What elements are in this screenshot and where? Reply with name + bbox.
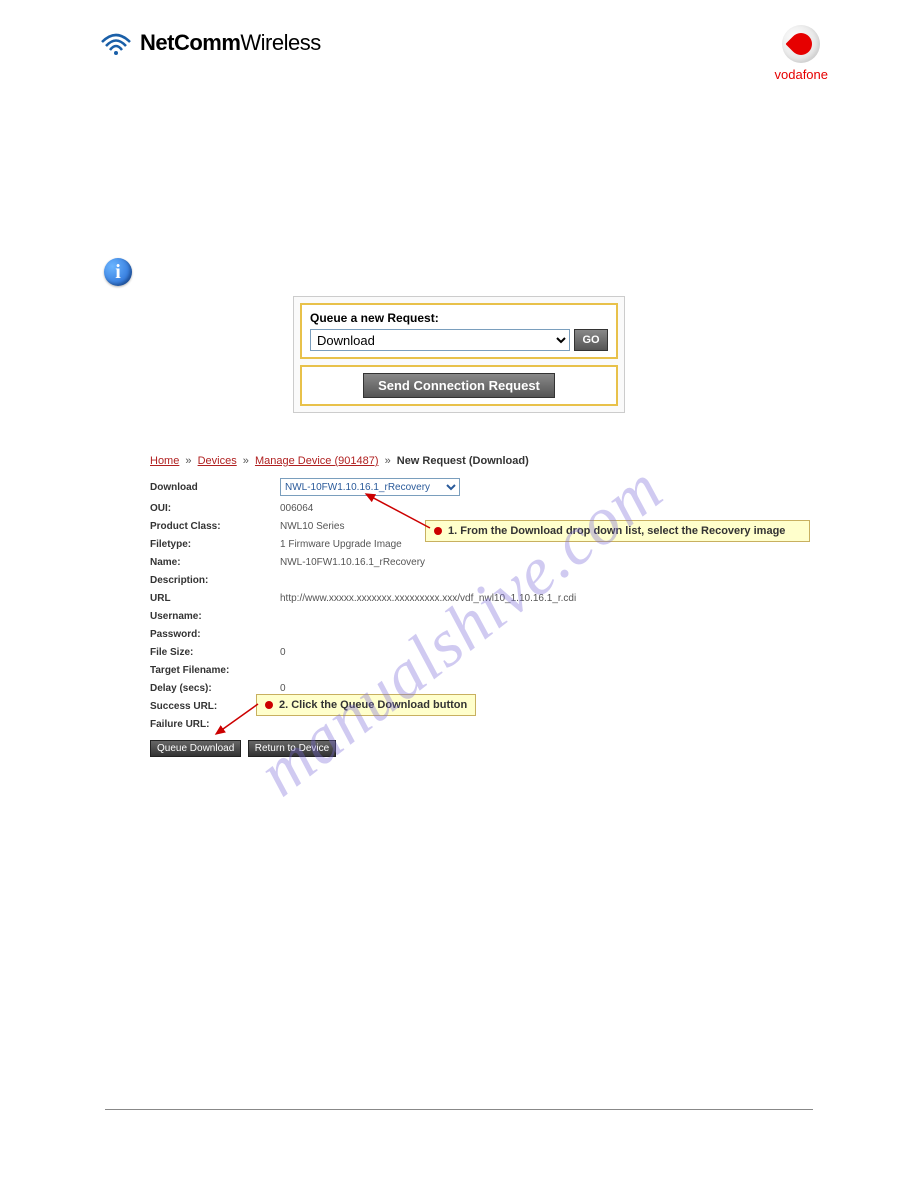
form-field-label: Product Class: [150, 521, 280, 532]
form-row: Target Filename: [150, 665, 790, 676]
vodafone-icon [782, 25, 820, 63]
form-field-value: NWL-10FW1.10.16.1_rRecovery [280, 557, 425, 568]
form-field-value: http://www.xxxxx.xxxxxxx.xxxxxxxxx.xxx/v… [280, 593, 576, 604]
vodafone-logo: vodafone [775, 25, 829, 82]
breadcrumb-current: New Request (Download) [397, 455, 529, 467]
callout-dot-icon [265, 701, 273, 709]
form-row: Password: [150, 629, 790, 640]
breadcrumb-devices[interactable]: Devices [198, 455, 237, 467]
form-field-label: Name: [150, 557, 280, 568]
form-field-label: File Size: [150, 647, 280, 658]
form-field-value: 006064 [280, 503, 313, 514]
form-row: Name:NWL-10FW1.10.16.1_rRecovery [150, 557, 790, 568]
vodafone-text: vodafone [775, 67, 829, 82]
form-field-label: OUI: [150, 503, 280, 514]
download-label: Download [150, 482, 280, 493]
form-field-label: Filetype: [150, 539, 280, 550]
netcomm-logo: NetCommWireless [100, 30, 828, 56]
queue-request-select[interactable]: Download [310, 329, 570, 351]
footer-divider [105, 1109, 813, 1110]
form-field-label: Failure URL: [150, 719, 280, 730]
queue-request-panel: Queue a new Request: Download GO Send Co… [293, 296, 625, 413]
form-row: URLhttp://www.xxxxx.xxxxxxx.xxxxxxxxx.xx… [150, 593, 790, 604]
breadcrumb: Home » Devices » Manage Device (901487) … [150, 455, 529, 467]
queue-label: Queue a new Request: [310, 311, 608, 325]
return-to-device-button[interactable]: Return to Device [248, 740, 336, 757]
queue-download-button[interactable]: Queue Download [150, 740, 241, 757]
form-field-label: URL [150, 593, 280, 604]
queue-box: Queue a new Request: Download GO [300, 303, 618, 359]
form-field-value: 0 [280, 647, 286, 658]
callout-2-text: 2. Click the Queue Download button [279, 699, 467, 711]
form-field-value: 0 [280, 683, 286, 694]
callout-step-1: 1. From the Download drop down list, sel… [425, 520, 810, 542]
form-field-value: NWL10 Series [280, 521, 344, 532]
form-row: Username: [150, 611, 790, 622]
send-connection-request-button[interactable]: Send Connection Request [363, 373, 555, 398]
form-field-label: Username: [150, 611, 280, 622]
form-row: Failure URL: [150, 719, 790, 730]
form-field-value: 1 Firmware Upgrade Image [280, 539, 402, 550]
form-field-label: Delay (secs): [150, 683, 280, 694]
download-select[interactable]: NWL-10FW1.10.16.1_rRecovery [280, 478, 460, 496]
breadcrumb-home[interactable]: Home [150, 455, 179, 467]
form-field-label: Description: [150, 575, 280, 586]
form-row: File Size:0 [150, 647, 790, 658]
send-box: Send Connection Request [300, 365, 618, 406]
breadcrumb-manage-device[interactable]: Manage Device (901487) [255, 455, 379, 467]
form-field-label: Password: [150, 629, 280, 640]
callout-dot-icon [434, 527, 442, 535]
wifi-icon [100, 30, 132, 56]
callout-1-text: 1. From the Download drop down list, sel… [448, 525, 785, 537]
form-row: Delay (secs):0 [150, 683, 790, 694]
info-icon: i [104, 258, 132, 286]
callout-step-2: 2. Click the Queue Download button [256, 694, 476, 716]
form-field-label: Target Filename: [150, 665, 280, 676]
page-header: NetCommWireless vodafone [100, 30, 828, 90]
go-button[interactable]: GO [574, 329, 608, 351]
form-row: OUI:006064 [150, 503, 790, 514]
brand-text: NetCommWireless [140, 30, 321, 56]
form-row: Description: [150, 575, 790, 586]
